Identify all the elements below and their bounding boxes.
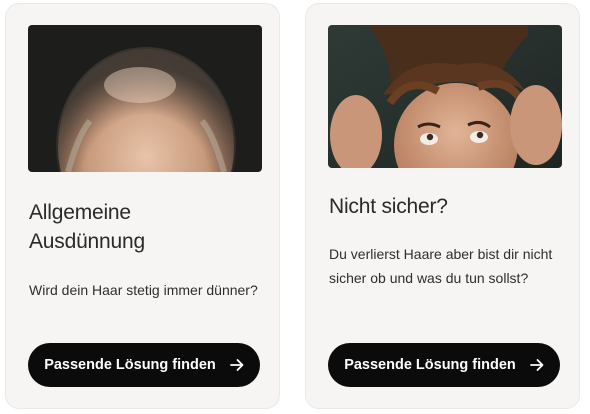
card-description: Wird dein Haar stetig immer dünner? (29, 282, 258, 298)
card-description-line-1: Du verlierst Haare aber bist dir nicht (329, 246, 553, 262)
arrow-right-icon (529, 358, 544, 372)
card-title-line-1: Allgemeine (29, 201, 131, 224)
button-label: Passende Lösung finden (44, 357, 216, 373)
card-description-line-2: sicher ob und was du tun sollst? (329, 270, 529, 286)
button-label: Passende Lösung finden (344, 357, 516, 373)
find-solution-button[interactable]: Passende Lösung finden (28, 343, 260, 387)
card-title: Nicht sicher? (329, 195, 448, 218)
arrow-right-icon (229, 358, 244, 372)
card-title: Allgemeine Ausdünnung (29, 198, 261, 256)
card-image-man-hands-in-hair (328, 25, 562, 168)
find-solution-button[interactable]: Passende Lösung finden (328, 343, 560, 387)
card-not-sure: Nicht sicher? Du verlierst Haare aber bi… (305, 3, 580, 409)
card-general-thinning: Allgemeine Ausdünnung Wird dein Haar ste… (5, 3, 280, 409)
solution-cards: Allgemeine Ausdünnung Wird dein Haar ste… (0, 0, 590, 414)
card-description: Du verlierst Haare aber bist dir nicht s… (329, 242, 565, 290)
card-image-balding-head (28, 25, 262, 172)
card-title-line-2: Ausdünnung (29, 230, 145, 253)
